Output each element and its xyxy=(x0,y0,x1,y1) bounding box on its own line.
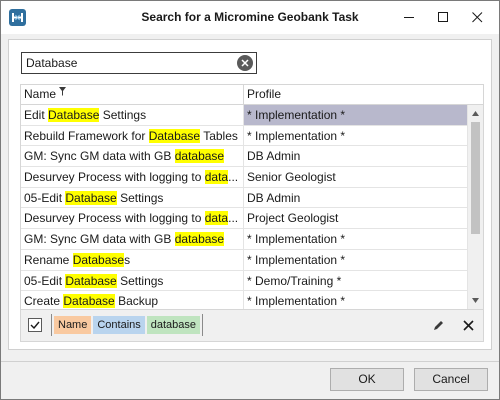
table-row[interactable]: Rename Databases * Implementation * xyxy=(21,249,467,271)
profile-cell: * Demo/Training * xyxy=(247,273,342,288)
cancel-button[interactable]: Cancel xyxy=(414,368,488,391)
filter-field-chip[interactable]: Name xyxy=(54,316,92,334)
search-match-highlight: Database xyxy=(63,294,115,309)
edit-filter-button[interactable] xyxy=(431,318,445,332)
task-name-text: Backup xyxy=(114,294,159,309)
title-bar[interactable]: Search for a Micromine Geobank Task xyxy=(1,1,499,34)
close-window-button[interactable] xyxy=(459,1,495,34)
task-name-text: Desurvey Process with logging to xyxy=(24,211,205,226)
maximize-icon xyxy=(437,12,448,22)
task-name-cell: Desurvey Process with logging to data... xyxy=(21,167,244,188)
minimize-icon xyxy=(403,17,414,18)
task-name-cell: 05-Edit Database Settings xyxy=(21,270,244,291)
task-name-text: Create xyxy=(24,294,64,309)
task-grid: Name Profile Edit Database Settings * Imp… xyxy=(20,84,484,310)
filter-bar: Name Contains database xyxy=(20,310,484,342)
profile-cell: * Implementation * xyxy=(244,105,467,125)
search-match-highlight: Database xyxy=(65,273,117,288)
task-name-text: Rebuild Framework for xyxy=(24,128,149,143)
task-name-text: Desurvey Process with logging to xyxy=(24,170,205,185)
profile-cell: DB Admin xyxy=(247,190,301,205)
task-name-text: Rename xyxy=(24,252,73,267)
search-match-highlight: data xyxy=(204,211,229,226)
clear-search-button[interactable] xyxy=(237,55,253,71)
table-row[interactable]: Rebuild Framework for Database Tables * I… xyxy=(21,125,467,147)
task-name-text: Settings xyxy=(116,190,164,205)
down-arrow-icon xyxy=(472,298,479,303)
task-name-cell: Rename Databases xyxy=(21,249,244,270)
table-row[interactable]: Desurvey Process with logging to data...… xyxy=(21,208,467,230)
task-name-cell: GM: Sync GM data with GB database xyxy=(21,229,244,250)
search-match-highlight: data xyxy=(204,170,229,185)
dialog-body: Name Profile Edit Database Settings* Imp… xyxy=(1,34,499,399)
pencil-icon xyxy=(433,320,443,330)
search-match-highlight: Database xyxy=(65,190,117,205)
search-match-highlight: database xyxy=(174,149,225,164)
task-name-text: GM: Sync GM data with GB xyxy=(24,232,175,247)
scroll-down-button[interactable] xyxy=(468,293,483,308)
task-name-text: s xyxy=(124,252,131,267)
profile-cell: Senior Geologist xyxy=(247,170,336,185)
close-icon xyxy=(471,12,482,23)
grid-header: Name Profile xyxy=(21,85,483,105)
filter-enabled-checkbox[interactable] xyxy=(28,318,42,332)
clear-filter-button[interactable] xyxy=(461,318,475,332)
task-name-cell: Desurvey Process with logging to data... xyxy=(21,208,244,229)
search-match-highlight: Database xyxy=(48,108,100,122)
profile-cell: * Implementation * xyxy=(247,294,346,309)
column-header-name[interactable]: Name xyxy=(21,85,244,105)
task-name-text: 05-Edit xyxy=(24,273,66,288)
grid-rows: Edit Database Settings * Implementation *… xyxy=(21,105,467,309)
scroll-thumb[interactable] xyxy=(471,122,480,234)
ok-button[interactable]: OK xyxy=(330,368,404,391)
footer-divider xyxy=(1,361,499,362)
maximize-button[interactable] xyxy=(425,1,461,34)
table-row[interactable]: 05-Edit Database Settings * Demo/Training… xyxy=(21,270,467,292)
filter-expression[interactable]: Name Contains database xyxy=(51,314,204,336)
search-match-highlight: Database xyxy=(148,128,201,143)
search-input[interactable] xyxy=(26,55,230,71)
task-name-cell: 05-Edit Database Settings xyxy=(21,187,244,208)
task-name-cell: GM: Sync GM data with GB database xyxy=(21,146,244,167)
table-row[interactable]: 05-Edit Database Settings DB Admin xyxy=(21,187,467,209)
table-row[interactable]: GM: Sync GM data with GB database DB Admi… xyxy=(21,146,467,168)
up-arrow-icon xyxy=(472,111,479,116)
profile-cell: * Implementation * xyxy=(247,252,346,267)
scroll-up-button[interactable] xyxy=(468,106,483,121)
table-row[interactable]: Desurvey Process with logging to data...… xyxy=(21,167,467,188)
vertical-scrollbar[interactable] xyxy=(467,105,483,309)
profile-cell: DB Admin xyxy=(247,149,301,164)
search-match-highlight: Database xyxy=(72,252,125,267)
profile-cell: Project Geologist xyxy=(247,211,339,226)
clear-circle-icon xyxy=(241,59,249,67)
task-name-text: Edit xyxy=(24,108,49,122)
minimize-button[interactable] xyxy=(391,1,427,34)
column-header-profile[interactable]: Profile xyxy=(244,85,467,105)
table-row[interactable]: GM: Sync GM data with GB database * Imple… xyxy=(21,229,467,250)
task-name-text: Settings xyxy=(116,273,164,288)
dialog-window: Search for a Micromine Geobank Task Name xyxy=(0,0,500,400)
task-name-text: ... xyxy=(228,211,239,226)
task-name-text: Settings xyxy=(99,108,147,122)
task-name-text: GM: Sync GM data with GB xyxy=(24,149,175,164)
task-name-cell: Create Database Backup xyxy=(21,291,244,309)
table-row[interactable]: Edit Database Settings * Implementation * xyxy=(21,105,467,126)
task-name-cell: Edit Database Settings xyxy=(21,105,244,125)
close-icon xyxy=(462,319,474,331)
search-box xyxy=(21,52,257,74)
filter-value-chip[interactable]: database xyxy=(146,316,201,334)
task-name-cell: Rebuild Framework for Database Tables xyxy=(21,125,244,146)
task-name-text: 05-Edit xyxy=(24,190,66,205)
search-match-highlight: database xyxy=(174,232,225,247)
task-name-text: Tables xyxy=(200,128,238,143)
table-row[interactable]: Create Database Backup * Implementation * xyxy=(21,291,467,309)
checkmark-icon xyxy=(30,321,40,329)
task-name-text: ... xyxy=(228,170,239,185)
profile-cell: * Implementation * xyxy=(247,232,346,247)
profile-cell: * Implementation * xyxy=(247,128,346,143)
filter-icon[interactable] xyxy=(59,87,66,96)
column-header-label: Name xyxy=(24,87,57,101)
filter-operator-chip[interactable]: Contains xyxy=(93,316,145,334)
